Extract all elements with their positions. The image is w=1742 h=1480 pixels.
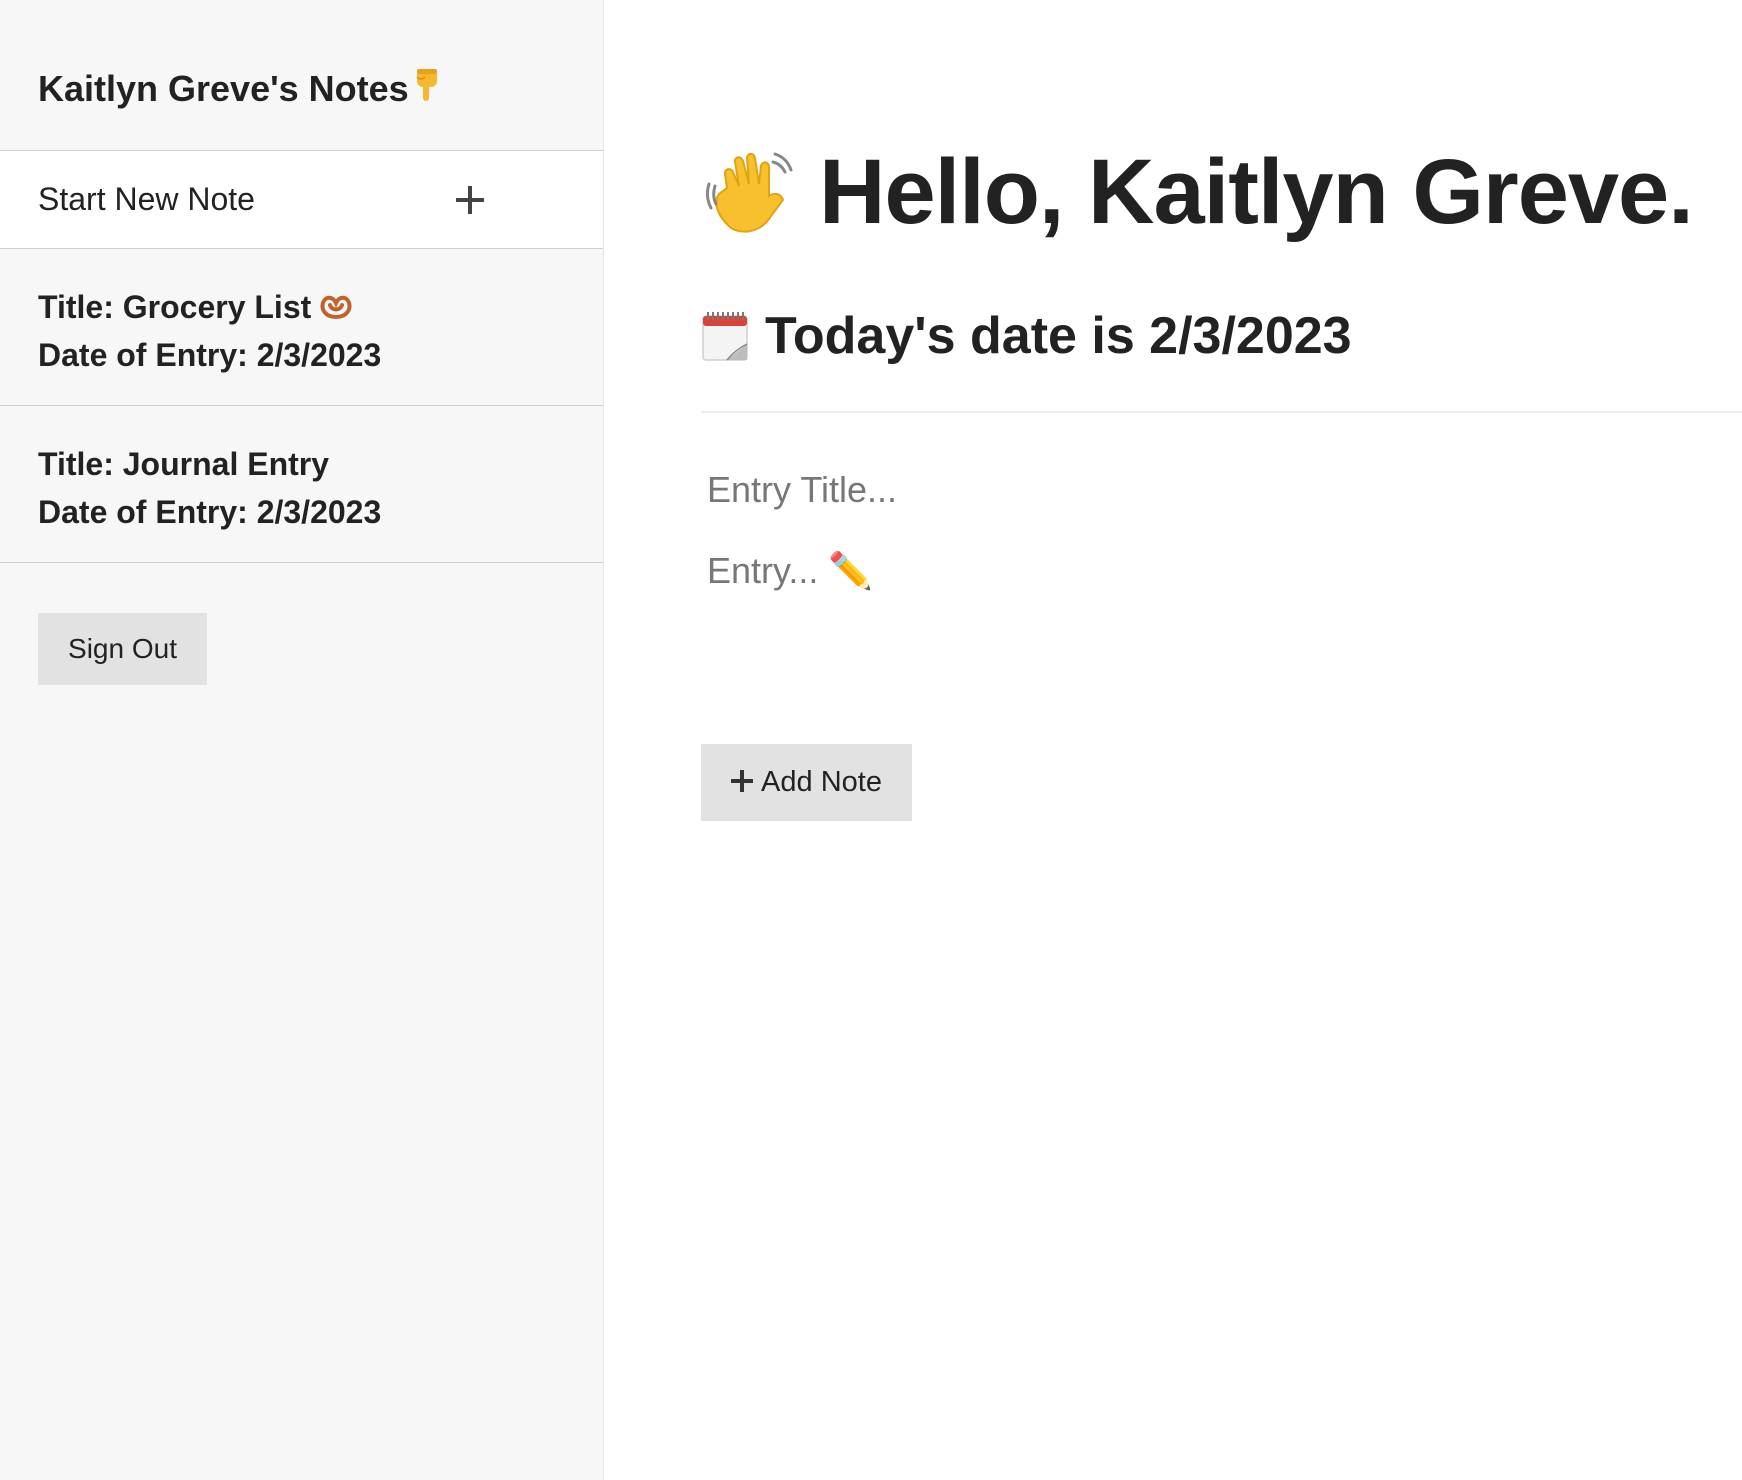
main-content: Hello, Kaitlyn Greve. Today's date is 2/… bbox=[604, 0, 1742, 1480]
note-date: Date of Entry: 2/3/2023 bbox=[38, 494, 382, 530]
sidebar-title: Kaitlyn Greve's Notes bbox=[38, 68, 409, 109]
pretzel-icon bbox=[320, 295, 352, 320]
sign-out-container: Sign Out bbox=[0, 563, 603, 685]
notes-app: Kaitlyn Greve's Notes Start New Note Tit… bbox=[0, 0, 1742, 1480]
note-list-item-journal-entry[interactable]: Title: Journal Entry Date of Entry: 2/3/… bbox=[0, 406, 603, 563]
calendar-icon bbox=[702, 312, 748, 361]
sidebar-title-row: Kaitlyn Greve's Notes bbox=[38, 68, 603, 110]
add-note-label: Add Note bbox=[761, 766, 882, 798]
plus-icon bbox=[731, 769, 754, 792]
entry-title-input[interactable] bbox=[701, 462, 1607, 518]
note-date: Date of Entry: 2/3/2023 bbox=[38, 337, 382, 373]
sidebar: Kaitlyn Greve's Notes Start New Note Tit… bbox=[0, 0, 604, 1480]
pointing-down-hand-icon bbox=[416, 69, 437, 101]
today-date-heading: Today's date is 2/3/2023 bbox=[765, 307, 1352, 365]
note-list-item-grocery-list[interactable]: Title: Grocery List Date of Entry: 2/3/2… bbox=[0, 249, 603, 406]
note-title-row: Title: Grocery List bbox=[38, 283, 603, 331]
note-title: Title: Journal Entry bbox=[38, 446, 330, 482]
start-new-note-button[interactable]: Start New Note bbox=[0, 151, 603, 249]
greeting-row: Hello, Kaitlyn Greve. bbox=[701, 140, 1694, 245]
entry-textarea[interactable] bbox=[701, 544, 1607, 700]
greeting-heading: Hello, Kaitlyn Greve. bbox=[819, 141, 1694, 243]
divider bbox=[701, 411, 1742, 413]
add-note-button[interactable]: Add Note bbox=[701, 744, 912, 821]
note-title: Title: Grocery List bbox=[38, 289, 312, 325]
waving-hand-icon bbox=[705, 152, 793, 232]
sidebar-header: Kaitlyn Greve's Notes bbox=[0, 0, 603, 151]
plus-icon[interactable] bbox=[456, 185, 484, 214]
start-new-note-label: Start New Note bbox=[38, 181, 255, 217]
sign-out-button[interactable]: Sign Out bbox=[38, 613, 207, 685]
date-row: Today's date is 2/3/2023 bbox=[701, 306, 1352, 366]
